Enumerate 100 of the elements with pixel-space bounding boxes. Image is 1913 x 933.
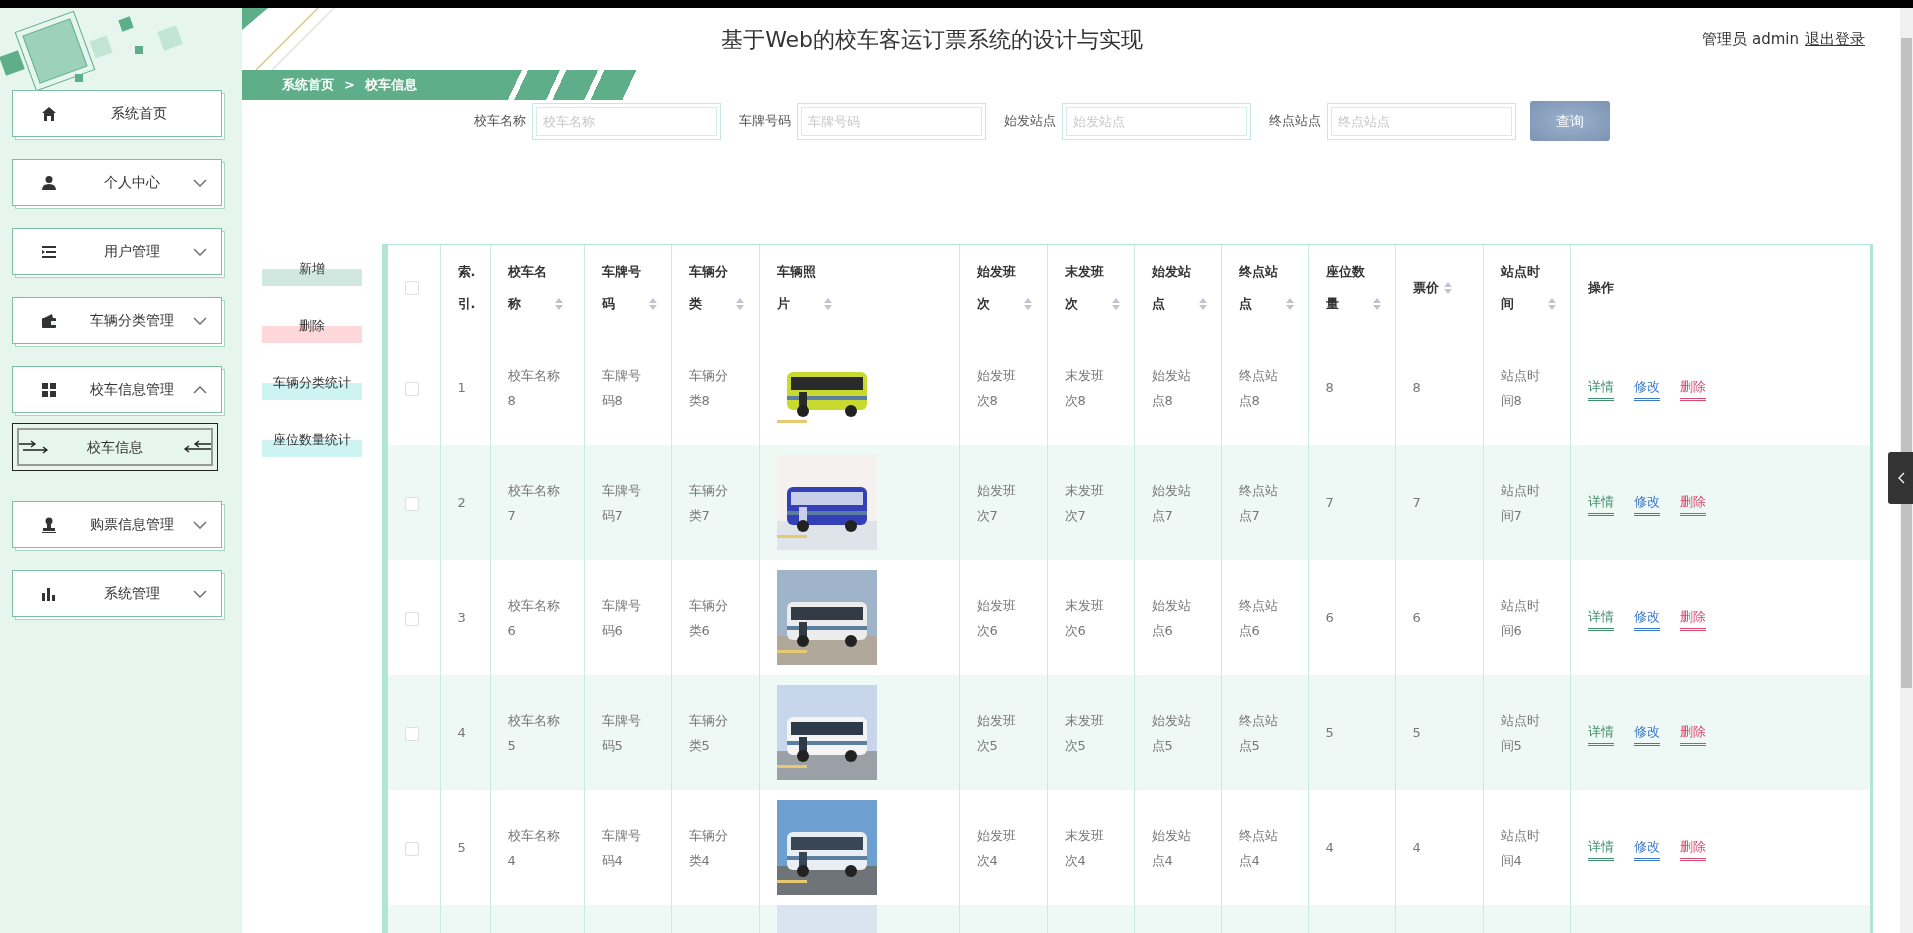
table-cell: 车牌号码6: [601, 597, 641, 638]
column-header[interactable]: 车辆照片: [776, 255, 819, 320]
table-cell: 3: [457, 610, 466, 625]
table-cell: 6: [1325, 610, 1334, 625]
breadcrumb-current: 校车信息: [364, 76, 417, 95]
column-header: 操作: [1587, 278, 1614, 297]
details-link[interactable]: 详情: [1587, 493, 1614, 516]
table-cell: 6: [1412, 610, 1421, 625]
column-header[interactable]: 末发班次: [1064, 255, 1107, 320]
details-link[interactable]: 详情: [1587, 838, 1614, 861]
table-cell: 末发班次8: [1064, 367, 1104, 408]
details-link[interactable]: 详情: [1587, 723, 1614, 746]
column-header: 索.引.: [457, 262, 477, 313]
table-cell: 8: [1412, 380, 1421, 395]
list-icon: [41, 243, 57, 260]
checkbox[interactable]: [405, 841, 419, 856]
table-cell: 终点站点8: [1238, 367, 1278, 408]
details-link[interactable]: 详情: [1587, 378, 1614, 401]
table-cell: 7: [1325, 495, 1334, 510]
delete-link[interactable]: 删除: [1679, 493, 1706, 516]
table-cell: 终点站点6: [1238, 597, 1278, 638]
table-cell: 站点时间8: [1500, 367, 1540, 408]
user-icon: [41, 174, 57, 191]
table-cell: 车辆分类7: [688, 482, 728, 523]
edit-link[interactable]: 修改: [1633, 838, 1660, 861]
logout-link[interactable]: 退出登录: [1805, 27, 1865, 51]
table-cell: 5: [457, 840, 466, 855]
bar-chart-icon: [41, 585, 57, 602]
edit-link[interactable]: 修改: [1633, 723, 1660, 746]
delete-link[interactable]: 删除: [1679, 378, 1706, 401]
person-icon: [41, 516, 57, 533]
table-cell: 4: [457, 725, 466, 740]
delete-link[interactable]: 删除: [1679, 838, 1706, 861]
column-header[interactable]: 始发站点: [1151, 255, 1194, 320]
table-cell: 末发班次4: [1064, 827, 1104, 868]
submenu-item[interactable]: 校车信息: [12, 423, 218, 471]
table-cell: 5: [1325, 725, 1334, 740]
details-link[interactable]: 详情: [1587, 608, 1614, 631]
scrollbar[interactable]: [1900, 8, 1913, 933]
sidebar-item[interactable]: 系统管理: [12, 570, 222, 617]
checkbox[interactable]: [405, 281, 419, 295]
column-header[interactable]: 车辆分类: [688, 255, 731, 320]
table-cell: 4: [1412, 840, 1421, 855]
table-cell: 车辆分类5: [688, 712, 728, 753]
sidebar-item[interactable]: 用户管理: [12, 228, 222, 275]
table-cell: 始发班次6: [976, 597, 1016, 638]
table-cell: 校车名称4: [507, 827, 560, 868]
table-cell: 2: [457, 495, 466, 510]
table-cell: 终点站点7: [1238, 482, 1278, 523]
table-cell: 车牌号码5: [601, 712, 641, 753]
home-icon: [41, 105, 57, 122]
page-title: 基于Web的校车客运订票系统的设计与实现: [720, 25, 1145, 54]
column-header[interactable]: 终点站点: [1238, 255, 1281, 320]
checkbox[interactable]: [405, 726, 419, 741]
sidebar-item[interactable]: 个人中心: [12, 159, 222, 206]
table-cell: 始发站点6: [1151, 597, 1191, 638]
wallet-icon: [41, 312, 57, 329]
table-cell: 车辆分类4: [688, 827, 728, 868]
table-cell: 站点时间6: [1500, 597, 1540, 638]
column-header[interactable]: 车牌号码: [601, 255, 644, 320]
breadcrumb-separator: >: [344, 76, 355, 95]
table-cell: 始发班次7: [976, 482, 1016, 523]
table-cell: 始发班次5: [976, 712, 1016, 753]
table-cell: 始发班次4: [976, 827, 1016, 868]
sidebar-item[interactable]: 校车信息管理: [12, 366, 222, 413]
checkbox[interactable]: [405, 496, 419, 511]
sidebar-item[interactable]: 购票信息管理: [12, 501, 222, 548]
arrow-icon: [19, 440, 49, 454]
table-cell: 8: [1325, 380, 1334, 395]
column-header[interactable]: 站点时间: [1500, 255, 1543, 320]
collapse-button[interactable]: [1888, 452, 1913, 504]
column-header[interactable]: 座位数量: [1325, 255, 1368, 320]
delete-link[interactable]: 删除: [1679, 723, 1706, 746]
table-cell: 末发班次5: [1064, 712, 1104, 753]
table-cell: 始发站点4: [1151, 827, 1191, 868]
sidebar-item[interactable]: 车辆分类管理: [12, 297, 222, 344]
table-cell: 末发班次6: [1064, 597, 1104, 638]
field-label: 校车名称: [473, 112, 526, 131]
checkbox[interactable]: [405, 611, 419, 626]
column-header[interactable]: 始发班次: [976, 255, 1019, 320]
table-cell: 校车名称8: [507, 367, 560, 408]
table-cell: 7: [1412, 495, 1421, 510]
checkbox[interactable]: [405, 381, 419, 396]
table-cell: 1: [457, 380, 466, 395]
table-cell: 始发站点7: [1151, 482, 1191, 523]
scrollbar-thumb[interactable]: [1901, 38, 1912, 688]
field-label: 车牌号码: [738, 112, 791, 131]
column-header[interactable]: 校车名称: [507, 255, 550, 320]
chevron-left-icon: [1896, 472, 1905, 484]
table-cell: 车牌号码7: [601, 482, 641, 523]
table-cell: 始发站点8: [1151, 367, 1191, 408]
table-cell: 车牌号码4: [601, 827, 641, 868]
table-cell: 校车名称6: [507, 597, 560, 638]
edit-link[interactable]: 修改: [1633, 608, 1660, 631]
sidebar-item[interactable]: 系统首页: [12, 90, 222, 137]
delete-link[interactable]: 删除: [1679, 608, 1706, 631]
edit-link[interactable]: 修改: [1633, 493, 1660, 516]
column-header[interactable]: 票价: [1412, 271, 1439, 304]
table-cell: 终点站点5: [1238, 712, 1278, 753]
edit-link[interactable]: 修改: [1633, 378, 1660, 401]
